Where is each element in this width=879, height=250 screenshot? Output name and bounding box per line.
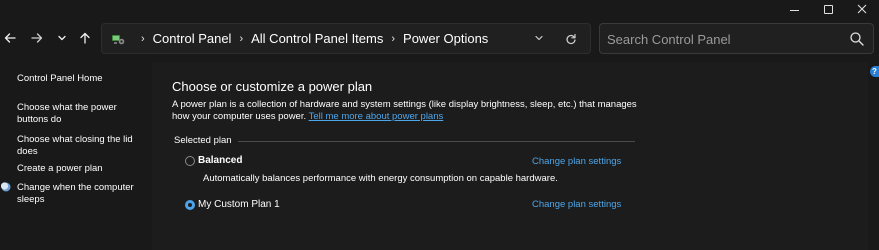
close-icon [857,4,867,14]
refresh-icon [566,33,576,45]
group-divider [238,141,635,142]
search-box[interactable] [599,23,874,54]
custom-change-plan-settings-link[interactable]: Change plan settings [532,199,621,210]
custom-plan-radio[interactable] [185,200,195,210]
chevron-down-icon [535,35,543,41]
selected-plan-label: Selected plan [174,135,232,146]
power-options-window: › Control Panel › All Control Panel Item… [0,0,879,250]
breadcrumb: › Control Panel › All Control Panel Item… [133,24,488,53]
learn-more-link[interactable]: Tell me more about power plans [309,111,444,122]
sidebar-item-power-buttons[interactable]: Choose what the power buttons do [17,102,145,125]
page-description: A power plan is a collection of hardware… [172,99,642,123]
balanced-change-plan-settings-link[interactable]: Change plan settings [532,156,621,167]
search-input[interactable] [607,29,837,49]
sidebar-item-computer-sleeps[interactable]: Change when the computer sleeps [17,182,145,205]
address-history-button[interactable] [532,31,546,45]
minimize-button[interactable] [777,0,811,18]
caption-buttons [777,0,879,18]
breadcrumb-all-items[interactable]: All Control Panel Items [251,31,383,46]
breadcrumb-separator[interactable]: › [391,33,395,45]
maximize-button[interactable] [811,0,845,18]
sidebar-item-create-power-plan[interactable]: Create a power plan [17,163,145,175]
refresh-button[interactable] [563,31,579,47]
moon-icon [1,182,11,192]
back-button[interactable] [0,27,20,49]
sidebar-item-control-panel-home[interactable]: Control Panel Home [17,73,145,85]
custom-plan-name[interactable]: My Custom Plan 1 [198,199,280,210]
arrow-left-icon [4,33,16,43]
sidebar-item-closing-lid[interactable]: Choose what closing the lid does [17,134,145,157]
page-title: Choose or customize a power plan [172,79,373,94]
balanced-plan-description: Automatically balances performance with … [203,173,558,184]
control-panel-icon [112,35,125,45]
breadcrumb-separator[interactable]: › [141,33,145,45]
chevron-down-icon [58,35,66,41]
balanced-plan-name[interactable]: Balanced [198,155,242,166]
arrow-right-icon [31,33,43,43]
recent-locations-button[interactable] [52,27,72,49]
breadcrumb-control-panel[interactable]: Control Panel [153,31,232,46]
navigation-bar: › Control Panel › All Control Panel Item… [0,22,879,54]
up-button[interactable] [75,27,95,49]
address-bar[interactable]: › Control Panel › All Control Panel Item… [101,23,591,54]
minimize-icon [789,9,799,11]
balanced-plan-radio[interactable] [185,156,195,166]
search-icon[interactable] [849,31,865,47]
close-button[interactable] [845,0,879,18]
help-icon[interactable]: ? [870,66,879,77]
forward-button[interactable] [27,27,47,49]
breadcrumb-separator[interactable]: › [239,33,243,45]
maximize-icon [823,4,833,14]
arrow-up-icon [80,32,90,44]
breadcrumb-power-options[interactable]: Power Options [403,31,488,46]
